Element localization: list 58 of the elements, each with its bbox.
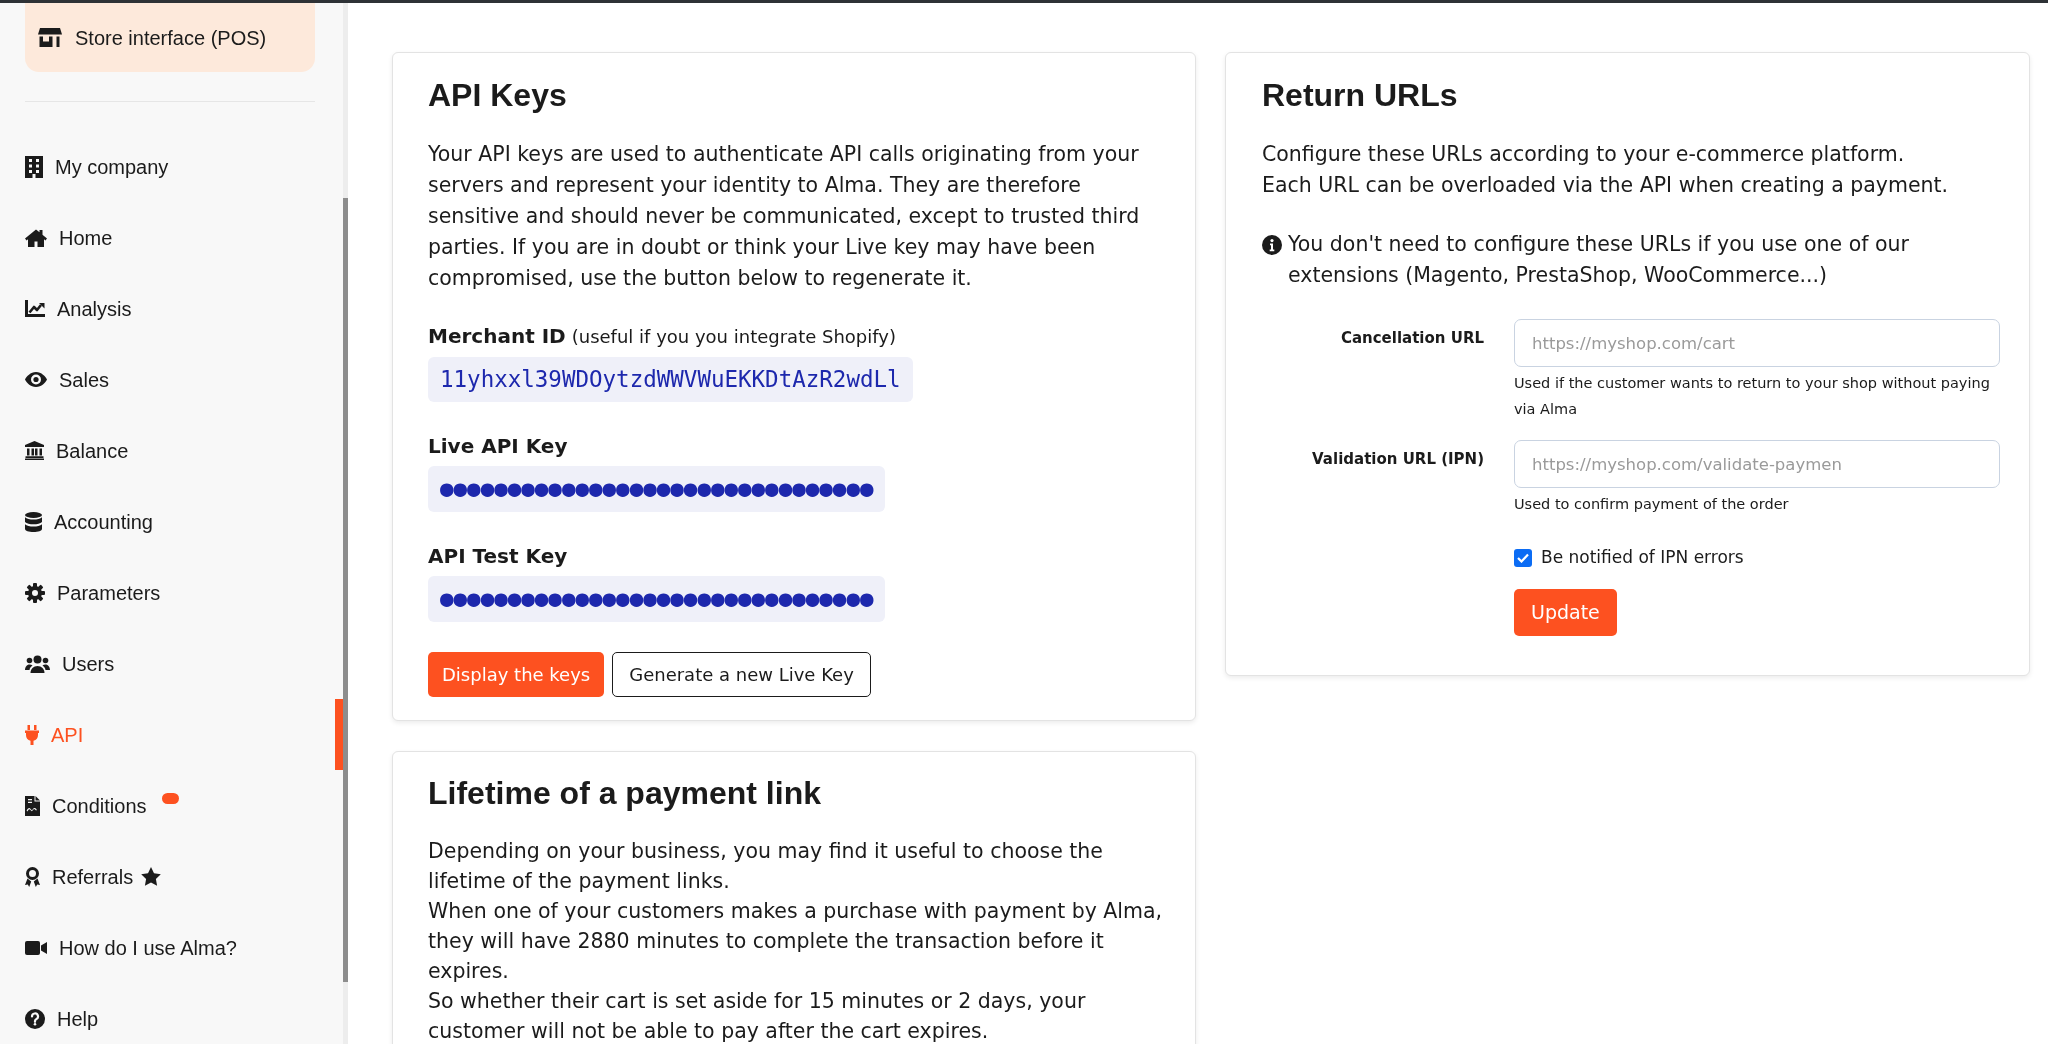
eye-icon bbox=[25, 372, 47, 387]
paragraph-text: When one of your customers makes a purchase with payment by Alma, they will have 2880 minutes to complete the transaction before it expires. bbox=[428, 898, 1164, 985]
nav-item[interactable]: My company bbox=[0, 131, 343, 202]
star-icon bbox=[141, 867, 162, 886]
video-camera-icon bbox=[25, 940, 47, 955]
scrollbar-thumb[interactable] bbox=[343, 198, 348, 982]
description-text: Your API keys are used to authenticate API calls originating from your servers and represent your identity to Alma. They are therefore sensitive and should never be communicated, except to trusted third parties. If you are in doubt or think your Live key may have been compromised, use the button below to regenerate it. bbox=[428, 141, 1141, 292]
field-label: Live API Key bbox=[428, 433, 569, 460]
masked-key-field: ●●●●●●●●●●●●●●●●●●●●●●●●●●●●●●●● bbox=[428, 466, 886, 512]
help-icon bbox=[25, 1008, 45, 1029]
nav-item[interactable]: Home bbox=[0, 202, 343, 273]
intro-text: Configure these URLs according to your e-commerce platform. bbox=[1262, 141, 1906, 168]
card-title: Return URLs bbox=[1262, 76, 1459, 115]
nav-item[interactable]: Balance bbox=[0, 415, 343, 486]
help-text: Used to confirm payment of the order bbox=[1514, 495, 1790, 514]
settings-icon bbox=[25, 582, 45, 603]
nav-item[interactable]: Conditions bbox=[0, 770, 343, 841]
store-button[interactable]: Store interface (POS) bbox=[25, 3, 315, 72]
url-input[interactable]: https://myshop.com/cart bbox=[1514, 319, 2000, 367]
line-chart-icon bbox=[25, 300, 45, 317]
intro-text: Each URL can be overloaded via the API when creating a payment. bbox=[1262, 172, 1950, 199]
paragraph-text: Depending on your business, you may find it useful to choose the lifetime of the payment links. bbox=[428, 838, 1104, 895]
help-text: Used if the customer wants to return to your shop without paying via Alma bbox=[1514, 374, 1991, 419]
paragraph-text: So whether their cart is set aside for 15 minutes or 2 days, your customer will not be able to pay after the cart expires. bbox=[428, 988, 1087, 1044]
field-label: Merchant ID bbox=[428, 323, 566, 350]
card-title: Lifetime of a payment link bbox=[428, 774, 822, 813]
bank-icon bbox=[25, 441, 44, 460]
checkmark-icon bbox=[1517, 553, 1529, 563]
document-icon bbox=[25, 795, 40, 816]
hint-text: (useful if you you integrate Shopify) bbox=[571, 325, 896, 349]
info-text: You don't need to configure these URLs if you use one of our extensions (Magento, PrestaShop, WooCommerce...) bbox=[1288, 231, 1910, 289]
field-label: Validation URL (IPN) bbox=[1311, 449, 1484, 470]
nav-item[interactable]: Analysis bbox=[0, 273, 343, 344]
masked-key-field: ●●●●●●●●●●●●●●●●●●●●●●●●●●●●●●●● bbox=[428, 576, 886, 622]
checkbox[interactable] bbox=[1514, 549, 1532, 567]
nav-item[interactable]: Users bbox=[0, 628, 343, 699]
nav-item[interactable]: Referrals bbox=[0, 841, 343, 912]
active-indicator bbox=[335, 699, 343, 770]
generate-key-button[interactable]: Generate a new Live Key bbox=[612, 652, 871, 697]
store-icon bbox=[38, 27, 62, 48]
nav-item[interactable]: How do I use Alma? bbox=[0, 912, 343, 983]
url-input[interactable]: https://myshop.com/validate-paymen bbox=[1514, 440, 2000, 488]
users-icon bbox=[25, 654, 50, 673]
nav-item[interactable]: Sales bbox=[0, 344, 343, 415]
building-icon bbox=[25, 155, 43, 178]
nav-item[interactable]: Help bbox=[0, 983, 343, 1044]
nav-item[interactable]: Accounting bbox=[0, 486, 343, 557]
nav-item[interactable]: Parameters bbox=[0, 557, 343, 628]
field-label: Cancellation URL bbox=[1339, 328, 1484, 349]
merchant-id-value: 11yhxxl39WDOytzdWWVWuEKKDtAzR2wdLl bbox=[428, 357, 913, 402]
field-label: API Test Key bbox=[428, 543, 569, 570]
award-icon bbox=[25, 866, 40, 887]
database-icon bbox=[25, 511, 42, 532]
home-icon bbox=[25, 228, 47, 247]
checkbox-label[interactable]: Be notified of IPN errors bbox=[1541, 545, 1744, 571]
info-icon bbox=[1262, 235, 1282, 255]
card-title: API Keys bbox=[428, 76, 568, 115]
plug-icon bbox=[25, 724, 39, 745]
